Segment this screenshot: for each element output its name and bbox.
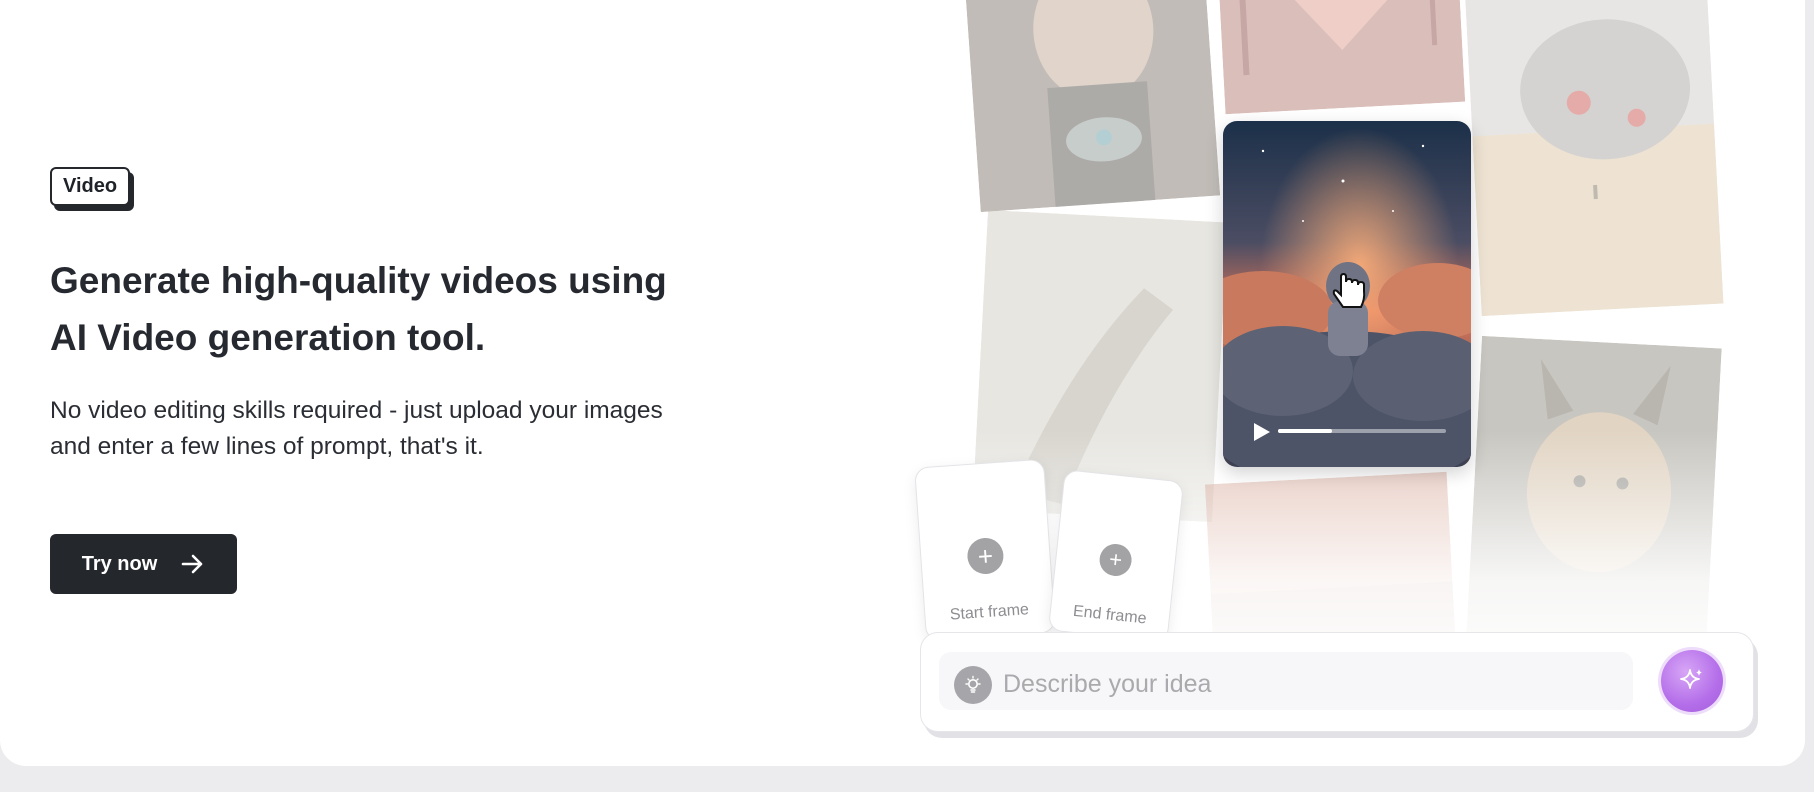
arrow-right-icon (181, 553, 205, 575)
plus-icon[interactable]: + (1097, 542, 1134, 578)
hand-cursor-icon (1327, 269, 1371, 318)
start-frame-card[interactable]: + Start frame (914, 458, 1056, 642)
lightbulb-icon[interactable] (954, 666, 992, 704)
generate-button[interactable] (1661, 650, 1723, 712)
collage-image-portrait (965, 0, 1221, 213)
collage-image-hand (1218, 0, 1466, 115)
play-icon[interactable] (1253, 422, 1271, 447)
end-frame-label: End frame (1072, 602, 1148, 628)
video-preview[interactable] (1223, 121, 1471, 467)
try-now-label: Try now (81, 552, 158, 575)
video-progress-bar[interactable] (1278, 429, 1446, 433)
plus-icon[interactable]: + (966, 536, 1005, 576)
video-progress-fill (1278, 429, 1332, 433)
start-frame-label: Start frame (949, 601, 1030, 624)
try-now-button[interactable]: Try now (50, 534, 237, 594)
video-badge: Video (50, 167, 131, 206)
prompt-bar (920, 632, 1754, 732)
sparkle-icon (1679, 666, 1705, 697)
prompt-input[interactable] (1001, 661, 1625, 707)
hero-subtext: No video editing skills required - just … (50, 397, 663, 460)
hero-headline: Generate high-quality videos using AI Vi… (50, 260, 667, 358)
end-frame-card[interactable]: + End frame (1047, 469, 1185, 643)
hero-card: Video Generate high-quality videos using… (0, 0, 1805, 766)
collage-image-robot-desert (1464, 0, 1724, 317)
